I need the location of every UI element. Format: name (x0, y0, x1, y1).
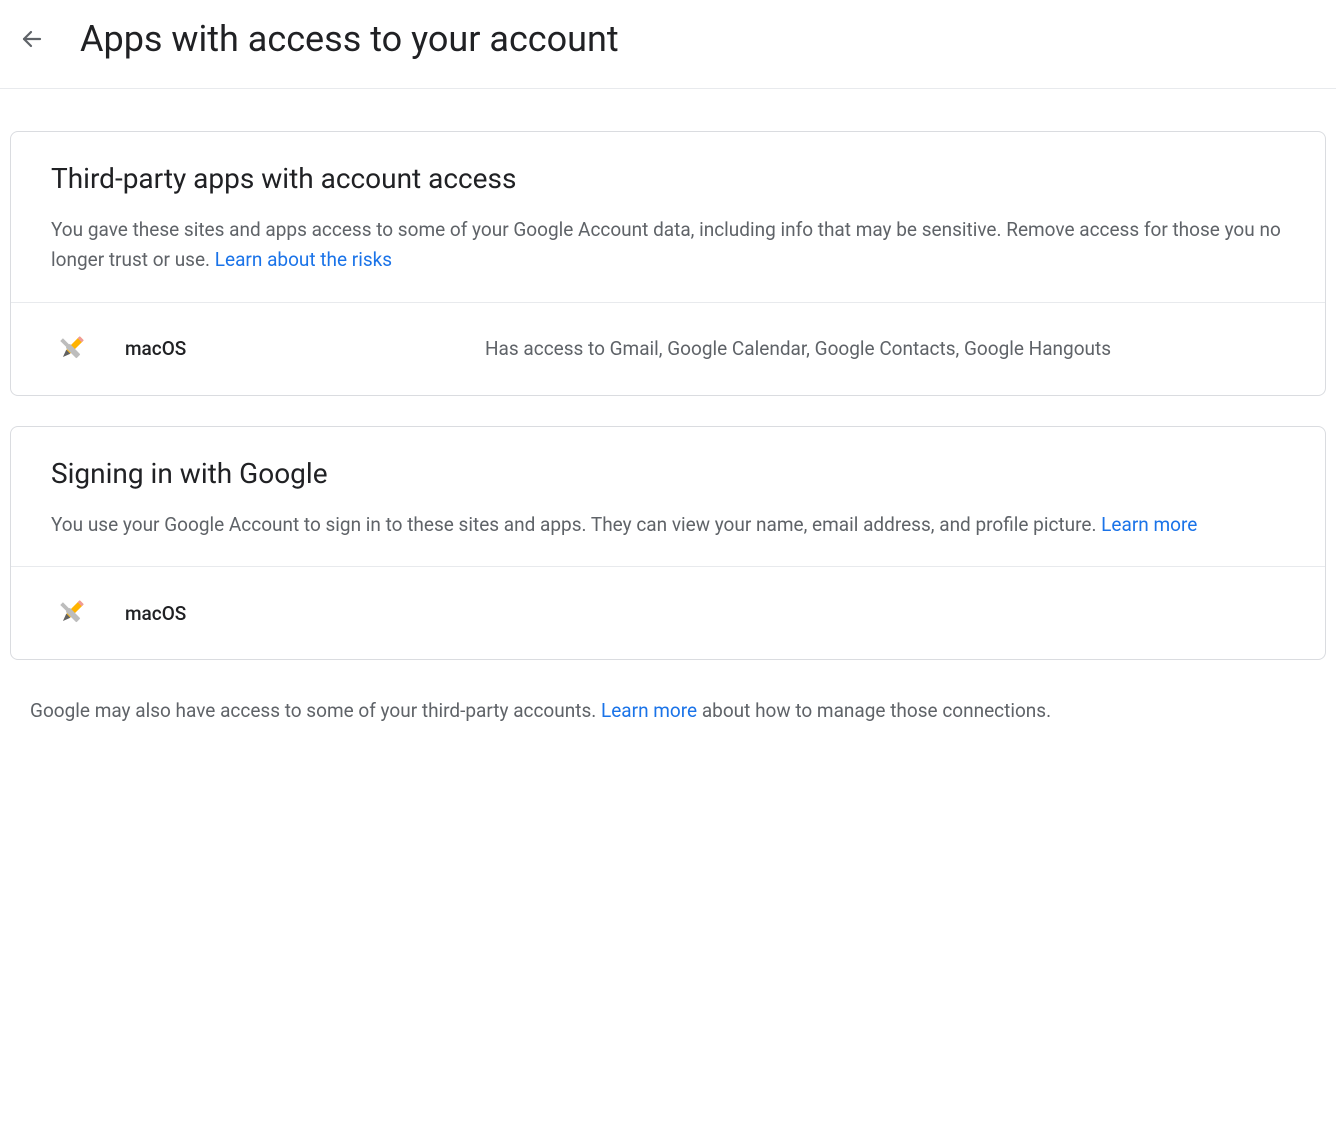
learn-risks-link[interactable]: Learn about the risks (215, 248, 392, 271)
app-row-macos-signin[interactable]: macOS (11, 566, 1325, 659)
third-party-apps-card: Third-party apps with account access You… (10, 131, 1326, 396)
card-header: Signing in with Google You use your Goog… (11, 427, 1325, 566)
page-header: Apps with access to your account (0, 0, 1336, 89)
back-button[interactable] (20, 27, 44, 51)
card-title: Signing in with Google (51, 457, 1285, 490)
arrow-left-icon (20, 27, 44, 51)
footer-text-pre: Google may also have access to some of y… (30, 699, 601, 722)
macos-tools-icon (51, 593, 91, 633)
learn-more-signin-link[interactable]: Learn more (1101, 513, 1197, 536)
app-row-macos[interactable]: macOS Has access to Gmail, Google Calend… (11, 302, 1325, 395)
app-access-label: Has access to Gmail, Google Calendar, Go… (485, 334, 1285, 363)
macos-tools-icon (51, 329, 91, 369)
content-area: Third-party apps with account access You… (0, 89, 1336, 753)
app-name-label: macOS (125, 602, 485, 625)
card-description-text: You use your Google Account to sign in t… (51, 513, 1101, 536)
card-header: Third-party apps with account access You… (11, 132, 1325, 302)
page-title: Apps with access to your account (80, 18, 619, 60)
learn-more-footer-link[interactable]: Learn more (601, 699, 697, 722)
card-description: You gave these sites and apps access to … (51, 215, 1285, 276)
footer-note: Google may also have access to some of y… (10, 690, 1326, 732)
signin-with-google-card: Signing in with Google You use your Goog… (10, 426, 1326, 660)
footer-text-post: about how to manage those connections. (697, 699, 1051, 722)
app-name-label: macOS (125, 337, 485, 360)
card-description: You use your Google Account to sign in t… (51, 510, 1285, 540)
card-title: Third-party apps with account access (51, 162, 1285, 195)
